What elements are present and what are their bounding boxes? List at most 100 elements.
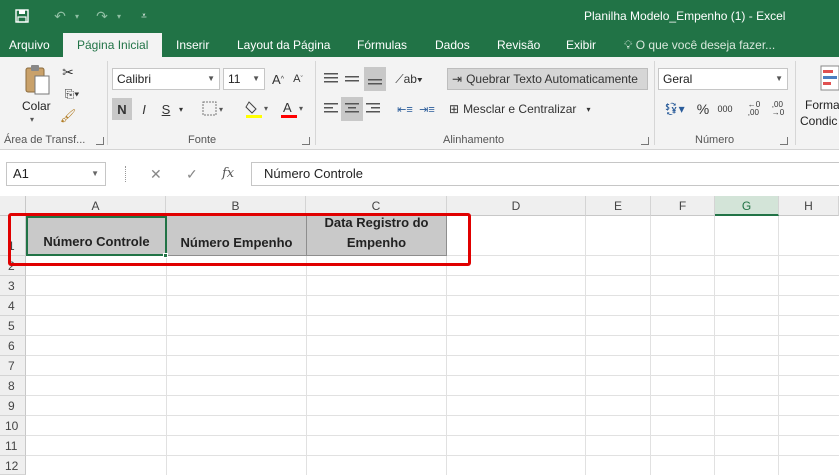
name-box[interactable]: A1 ▼ [6,162,106,186]
paste-label[interactable]: Colar [22,99,51,113]
cell-c1[interactable]: Data Registro do Empenho [307,215,447,256]
row-header-6[interactable]: 6 [0,336,26,356]
insert-function-icon[interactable]: fx [222,162,234,186]
name-box-value: A1 [13,166,29,181]
chevron-down-icon: ▾ [586,104,591,114]
decrease-font-icon[interactable]: Aˇ [290,69,306,89]
chevron-down-icon: ▼ [91,169,99,178]
select-all-corner[interactable] [0,196,26,216]
row-header-11[interactable]: 11 [0,436,26,456]
cancel-icon[interactable]: ✕ [150,162,162,186]
merge-center-button[interactable]: ⊞ Mesclar e Centralizar ▾ [449,99,609,119]
bold-button[interactable]: N [112,98,132,120]
enter-icon[interactable]: ✓ [186,162,198,186]
increase-indent-icon[interactable]: ⇥≡ [418,99,436,119]
number-launcher-icon[interactable] [780,137,788,145]
formula-bar: A1 ▼ ✕ ✓ fx Número Controle [0,150,839,196]
tab-formulas[interactable]: Fórmulas [357,33,407,57]
font-name-select[interactable]: Calibri ▼ [112,68,220,90]
number-group-label: Número [695,134,735,146]
fill-color-icon[interactable]: ▾ [244,98,272,120]
tell-me-text: O que você deseja fazer... [635,38,776,52]
italic-button[interactable]: I [135,98,153,120]
row-header-9[interactable]: 9 [0,396,26,416]
formula-input[interactable]: Número Controle [251,162,839,186]
format-painter-icon[interactable]: 🖌︎ [58,107,78,125]
underline-button[interactable]: S [157,98,175,120]
ribbon: Colar ▾ ✂ ⎘▾ 🖌︎ Área de Transf... Calibr… [0,57,839,150]
redo-icon[interactable]: ↷ [90,6,114,26]
tab-view[interactable]: Exibir [566,33,596,57]
column-header-f[interactable]: F [651,196,715,216]
undo-icon[interactable]: ↶ [48,6,72,26]
row-header-4[interactable]: 4 [0,296,26,316]
tab-insert[interactable]: Inserir [176,33,209,57]
alignment-group-label: Alinhamento [443,134,505,146]
column-header-a[interactable]: A [26,196,166,216]
cell-a1[interactable]: Número Controle [26,216,167,256]
tab-page-layout[interactable]: Layout da Página [237,33,330,57]
underline-dropdown-icon[interactable]: ▾ [175,98,187,120]
increase-decimal-icon[interactable]: ←0,00 [744,99,764,119]
alignment-launcher-icon[interactable] [641,137,649,145]
orientation-icon[interactable]: ⟋ab▾ [394,69,424,89]
conditional-formatting-label-1[interactable]: Forma [805,98,839,112]
clipboard-launcher-icon[interactable] [96,137,104,145]
decrease-decimal-icon[interactable]: ,00 →0 [768,99,788,119]
align-bottom-icon[interactable] [364,67,386,91]
redo-dropdown-icon[interactable]: ▾ [114,6,124,26]
column-header-b[interactable]: B [166,196,306,216]
column-header-e[interactable]: E [586,196,651,216]
thousands-separator-button[interactable]: 000 [714,99,736,119]
paste-dropdown-icon[interactable]: ▾ [30,115,34,124]
tab-file[interactable]: Arquivo [9,33,50,57]
borders-icon[interactable]: ▾ [200,98,230,120]
font-launcher-icon[interactable] [302,137,310,145]
tab-home[interactable]: Página Inicial [63,33,163,57]
align-middle-icon[interactable] [343,69,361,89]
increase-font-icon[interactable]: A ^ [270,69,286,89]
formula-bar-grip[interactable] [125,166,127,182]
tab-review[interactable]: Revisão [497,33,540,57]
decrease-indent-icon[interactable]: ⇤≡ [396,99,414,119]
row-header-12[interactable]: 12 [0,456,26,475]
svg-text:▾: ▾ [299,104,303,113]
cell-b1[interactable]: Número Empenho [167,216,307,256]
wrap-text-button[interactable]: ⇥ Quebrar Texto Automaticamente [447,68,648,90]
accounting-format-icon[interactable]: 💱︎▾ [660,99,688,119]
column-header-h[interactable]: H [779,196,839,216]
fill-handle[interactable] [163,253,168,258]
percent-button[interactable]: % [694,99,712,119]
font-size-select[interactable]: 11 ▼ [223,68,265,90]
tell-me-search[interactable]: 💡︎ O que você deseja fazer... [624,33,775,57]
row-header-3[interactable]: 3 [0,276,26,296]
align-center-icon[interactable] [341,97,363,121]
row-header-10[interactable]: 10 [0,416,26,436]
save-icon[interactable] [10,6,34,26]
font-color-icon[interactable]: A ▾ [279,98,307,120]
row-header-5[interactable]: 5 [0,316,26,336]
column-header-d[interactable]: D [447,196,586,216]
svg-text:▾: ▾ [264,104,268,113]
align-right-icon[interactable] [364,99,382,119]
row-header-1[interactable]: 1 [0,216,26,256]
align-top-icon[interactable] [322,69,340,89]
svg-text:A: A [283,100,292,115]
svg-text:▾: ▾ [219,105,223,114]
row-header-2[interactable]: 2 [0,256,26,276]
copy-icon[interactable]: ⎘▾ [58,85,86,103]
cut-icon[interactable]: ✂ [58,63,78,81]
row-header-7[interactable]: 7 [0,356,26,376]
tab-data[interactable]: Dados [435,33,470,57]
align-left-icon[interactable] [322,99,340,119]
conditional-formatting-icon[interactable] [818,63,839,93]
number-format-select[interactable]: Geral ▼ [658,68,788,90]
paste-icon[interactable] [20,63,54,97]
column-header-g[interactable]: G [715,196,779,216]
font-size-value: 11 [228,72,241,86]
row-header-8[interactable]: 8 [0,376,26,396]
undo-dropdown-icon[interactable]: ▾ [72,6,82,26]
chevron-down-icon: ▼ [775,74,783,83]
conditional-formatting-label-2[interactable]: Condic [800,114,837,128]
customize-qat-icon[interactable]: ⩡ [132,6,156,26]
